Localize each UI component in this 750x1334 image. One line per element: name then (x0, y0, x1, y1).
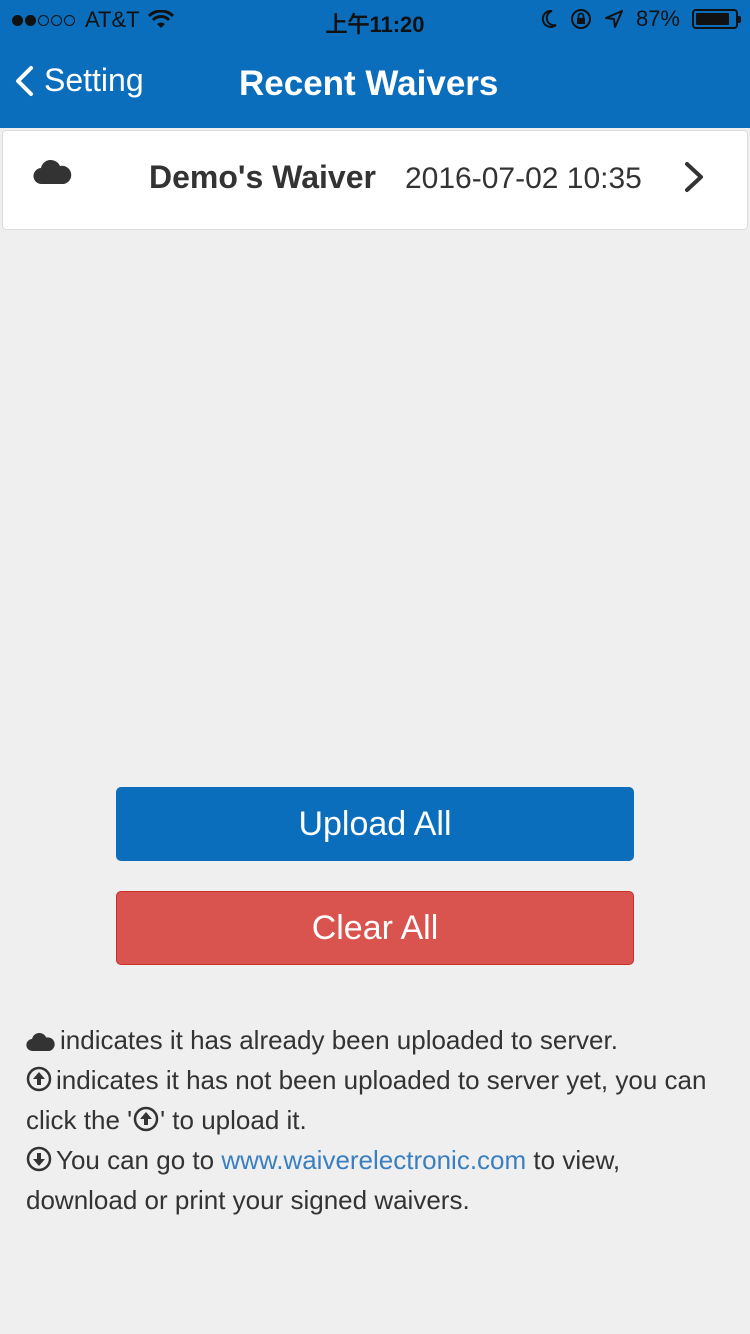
waiver-list-item[interactable]: Demo's Waiver 2016-07-02 10:35 (3, 131, 747, 229)
status-right: 87% (528, 6, 741, 32)
upload-all-button[interactable]: Upload All (116, 787, 634, 861)
clear-all-button[interactable]: Clear All (116, 891, 634, 965)
help-text: indicates it has already been uploaded t… (26, 1020, 726, 1220)
cloud-icon (33, 159, 72, 185)
help-website-text-a: You can go to (56, 1145, 215, 1175)
waiver-name: Demo's Waiver (149, 159, 376, 195)
chevron-right-icon (685, 162, 703, 192)
upload-circle-icon (133, 1106, 159, 1132)
waiver-list: Demo's Waiver 2016-07-02 10:35 (2, 130, 748, 230)
website-link[interactable]: www.waiverelectronic.com (221, 1145, 526, 1175)
help-line-website: You can go to www.waiverelectronic.com t… (26, 1140, 726, 1220)
help-line-uploaded: indicates it has already been uploaded t… (26, 1020, 726, 1060)
moon-icon (541, 9, 557, 28)
cloud-icon (26, 1032, 55, 1052)
back-button[interactable]: Setting (14, 62, 144, 99)
location-arrow-icon (604, 10, 623, 28)
chevron-left-icon (16, 65, 33, 96)
status-bar: AT&T 上午11:20 87% (0, 0, 750, 40)
upload-circle-icon (26, 1066, 52, 1092)
battery-percent: 87% (635, 6, 680, 31)
battery-icon (692, 9, 741, 29)
navigation-bar: Setting Recent Waivers (0, 40, 750, 128)
rotation-lock-icon (570, 9, 591, 29)
help-not-uploaded-text-a: indicates it has not been uploaded to se… (26, 1065, 707, 1135)
help-not-uploaded-text-b: ' to upload it. (160, 1105, 307, 1135)
battery-fill (696, 13, 730, 25)
help-uploaded-text: indicates it has already been uploaded t… (60, 1025, 618, 1055)
back-button-label: Setting (44, 62, 144, 98)
page-title: Recent Waivers (239, 64, 499, 103)
help-line-not-uploaded: indicates it has not been uploaded to se… (26, 1060, 726, 1140)
download-circle-icon (26, 1146, 52, 1172)
waiver-date: 2016-07-02 10:35 (405, 162, 642, 195)
